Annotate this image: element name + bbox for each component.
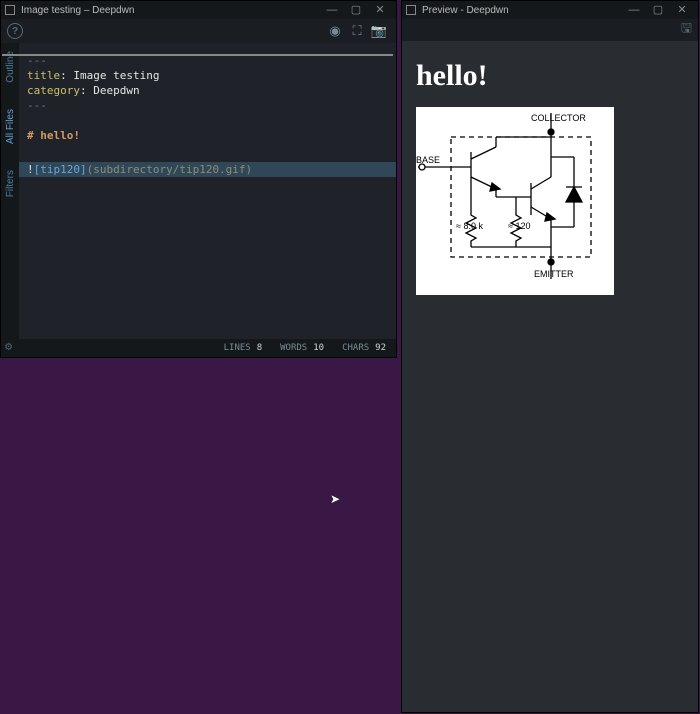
markdown-heading: # hello! <box>27 129 80 142</box>
frontmatter-sep-end: --- <box>27 98 388 113</box>
editor-title: Image testing – Deepdwn <box>21 5 320 16</box>
label-collector: COLLECTOR <box>531 113 586 123</box>
img-path: (subdirectory/tip120.gif) <box>87 163 253 176</box>
editor-titlebar[interactable]: Image testing – Deepdwn — ▢ ✕ <box>1 1 396 19</box>
maximize-button[interactable]: ▢ <box>646 2 670 18</box>
chars-label: CHARS <box>342 343 369 353</box>
editor-sidetabs: Outline All Files Filters <box>1 43 19 339</box>
preview-toolbar: 🖫 <box>402 19 698 41</box>
tab-all-files[interactable]: All Files <box>5 109 16 144</box>
label-r2: ≈ 120 <box>508 221 530 231</box>
app-icon <box>406 5 416 15</box>
save-icon[interactable]: 🖫 <box>681 19 692 41</box>
words-label: WORDS <box>280 343 307 353</box>
fm-title-key: title <box>27 69 60 82</box>
minimize-button[interactable]: — <box>320 2 344 18</box>
preview-body: hello! <box>402 41 698 712</box>
editor-toolbar: ? ◉ ⛶ 📷 <box>1 19 396 43</box>
help-icon[interactable]: ? <box>7 23 23 39</box>
iv-canvas[interactable]: ‹ › <box>2 54 393 56</box>
fm-cat-val: : Deepdwn <box>80 84 140 97</box>
current-line: ![tip120](subdirectory/tip120.gif) <box>19 162 396 177</box>
circuit-image: COLLECTOR BASE EMITTER ≈ 8.0 k ≈ 120 <box>416 107 614 295</box>
img-alt: [tip120] <box>34 163 87 176</box>
mouse-cursor-icon: ➤ <box>330 492 340 506</box>
chars-val: 92 <box>375 343 386 353</box>
words-val: 10 <box>313 343 324 353</box>
label-emitter: EMITTER <box>534 269 574 279</box>
editor-statusbar: ⚙ LINES 8 WORDS 10 CHARS 92 <box>1 339 396 357</box>
camera-icon[interactable]: 📷 <box>368 23 390 39</box>
focus-mode-icon[interactable]: ◉ <box>324 23 346 39</box>
editor-textarea[interactable]: --- title: Image testing category: Deepd… <box>19 43 396 339</box>
label-base: BASE <box>416 155 440 165</box>
gear-icon[interactable]: ⚙ <box>5 339 12 353</box>
preview-heading: hello! <box>416 59 684 93</box>
img-bang: ! <box>27 163 34 176</box>
maximize-button[interactable]: ▢ <box>344 2 368 18</box>
label-r1: ≈ 8.0 k <box>456 221 483 231</box>
preview-window: Preview - Deepdwn — ▢ ✕ 🖫 hello! <box>401 0 699 713</box>
close-button[interactable]: ✕ <box>670 2 694 18</box>
minimize-button[interactable]: — <box>622 2 646 18</box>
preview-titlebar[interactable]: Preview - Deepdwn — ▢ ✕ <box>402 1 698 19</box>
lines-val: 8 <box>257 343 262 353</box>
preview-title: Preview - Deepdwn <box>422 5 622 16</box>
fm-cat-key: category <box>27 84 80 97</box>
fullscreen-icon[interactable]: ⛶ <box>346 23 368 39</box>
lines-label: LINES <box>224 343 251 353</box>
close-button[interactable]: ✕ <box>368 2 392 18</box>
fm-title-val: : Image testing <box>60 69 159 82</box>
app-icon <box>5 5 15 15</box>
tab-filters[interactable]: Filters <box>5 170 16 197</box>
